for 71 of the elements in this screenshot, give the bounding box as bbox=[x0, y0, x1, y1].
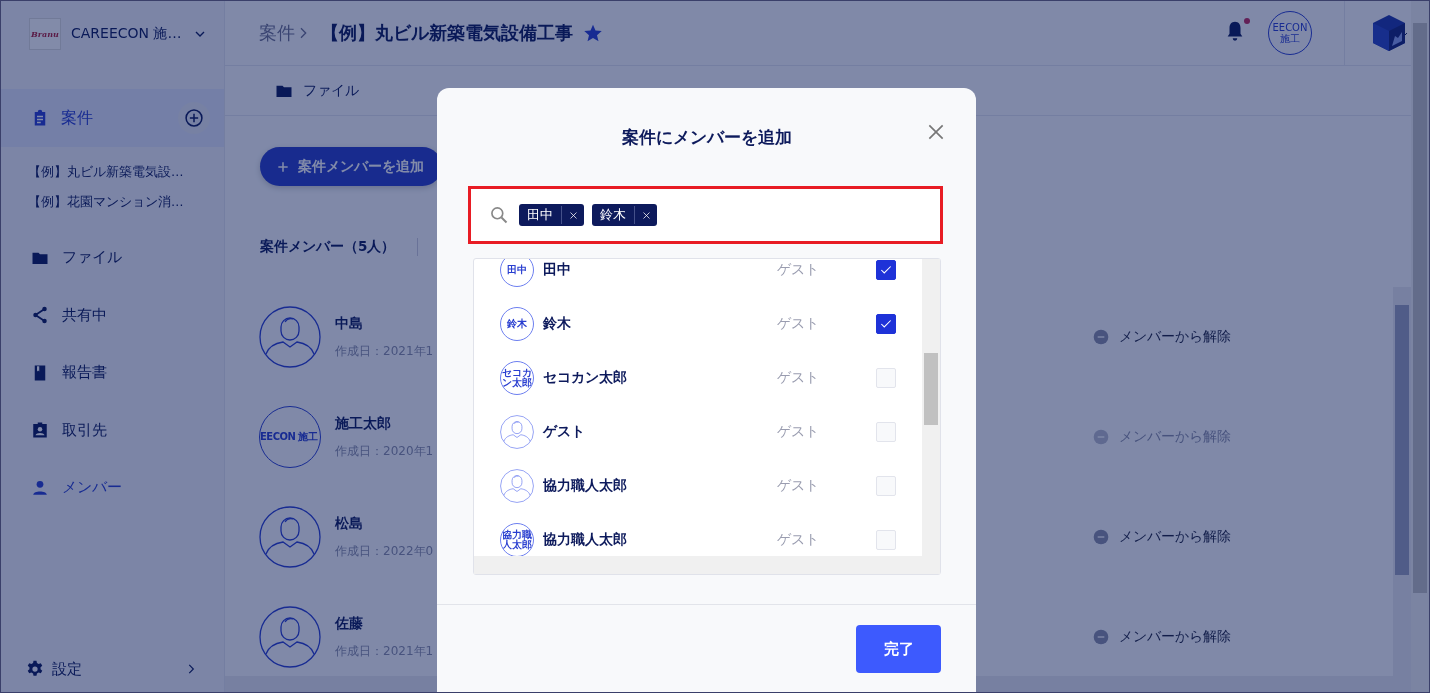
avatar-icon bbox=[259, 506, 321, 568]
add-project-button[interactable] bbox=[178, 102, 210, 134]
minus-circle-icon bbox=[1093, 329, 1109, 345]
sidebar-item[interactable]: 報告書 bbox=[1, 344, 224, 402]
remove-member-button[interactable]: メンバーから解除 bbox=[1087, 527, 1237, 547]
settings-item[interactable]: 設定 bbox=[1, 646, 224, 692]
member-count: 案件メンバー（5人） bbox=[260, 238, 419, 256]
tick-icon bbox=[879, 317, 893, 331]
remove-member-button[interactable]: メンバーから解除 bbox=[1087, 627, 1237, 647]
person-icon bbox=[31, 478, 49, 497]
plus-icon bbox=[276, 159, 290, 174]
settings-icon bbox=[26, 660, 44, 678]
sidebar-item[interactable]: 共有中 bbox=[1, 286, 224, 344]
sidebar-item[interactable]: 取引先 bbox=[1, 401, 224, 459]
member-name: 協力職人太郎 bbox=[543, 477, 628, 495]
tab[interactable]: ファイル bbox=[275, 81, 359, 100]
page-scrollbar[interactable] bbox=[1411, 1, 1429, 692]
selected-member-chip[interactable]: 鈴木 bbox=[592, 204, 657, 226]
badge-icon bbox=[31, 421, 49, 440]
member-name: 中島 bbox=[335, 314, 363, 333]
project-link[interactable]: 【例】花園マンション消… bbox=[1, 187, 224, 217]
member-name: 松島 bbox=[335, 514, 363, 533]
sidebar-item[interactable]: 案件 bbox=[1, 89, 224, 147]
member-name: 田中 bbox=[543, 261, 572, 279]
avatar-icon bbox=[259, 606, 321, 668]
checkbox[interactable] bbox=[876, 314, 896, 334]
sidebar-item[interactable]: ファイル bbox=[1, 229, 224, 287]
dialog-title: 案件にメンバーを追加 bbox=[621, 125, 792, 149]
star-icon[interactable] bbox=[583, 23, 603, 43]
member-name: セコカン太郎 bbox=[543, 369, 628, 387]
remove-member-button[interactable]: メンバーから解除 bbox=[1087, 327, 1237, 347]
vertical-scrollbar[interactable] bbox=[922, 259, 940, 556]
sidebar-item[interactable]: メンバー bbox=[1, 459, 224, 517]
organization-name[interactable]: CAREECON 施… bbox=[71, 24, 182, 43]
avatar-icon bbox=[259, 306, 321, 368]
avatar-icon bbox=[500, 415, 534, 449]
done-button[interactable]: 完了 bbox=[856, 625, 941, 673]
project-title: 【例】丸ビル新築電気設備工事 bbox=[321, 21, 573, 45]
selected-member-chip[interactable]: 田中 bbox=[519, 204, 584, 226]
avatar-icon bbox=[500, 469, 534, 503]
plus-circle-icon bbox=[184, 108, 204, 128]
close-icon bbox=[568, 210, 578, 220]
user-menu-icon[interactable] bbox=[1371, 13, 1407, 53]
close-icon bbox=[641, 210, 651, 220]
checkbox[interactable] bbox=[876, 260, 896, 280]
minus-circle-icon bbox=[1093, 629, 1109, 645]
sidebar-label: 案件 bbox=[61, 107, 93, 129]
minus-circle-icon bbox=[1093, 529, 1109, 545]
search-icon bbox=[489, 205, 509, 225]
close-icon bbox=[926, 122, 946, 142]
search-field[interactable]: 田中 鈴木 bbox=[468, 186, 943, 244]
member-role: ゲスト bbox=[777, 477, 820, 495]
project-link[interactable]: 【例】丸ビル新築電気設… bbox=[1, 157, 224, 187]
member-name: 佐藤 bbox=[335, 614, 363, 633]
member-role: ゲスト bbox=[777, 531, 820, 549]
member-role: ゲスト bbox=[777, 315, 820, 333]
member-role: ゲスト bbox=[777, 369, 820, 387]
member-name: ゲスト bbox=[543, 423, 586, 441]
member-name: 施工太郎 bbox=[335, 414, 391, 433]
member-role: ゲスト bbox=[777, 261, 820, 279]
member-role: ゲスト bbox=[777, 423, 820, 441]
member-name: 鈴木 bbox=[543, 315, 572, 333]
tick-icon bbox=[879, 263, 893, 277]
close-button[interactable] bbox=[926, 122, 946, 142]
vertical-scrollbar[interactable] bbox=[1393, 287, 1411, 692]
minus-circle-icon bbox=[1093, 429, 1109, 445]
member-name: 協力職人太郎 bbox=[543, 531, 628, 549]
company-logo: Branu bbox=[29, 17, 61, 50]
breadcrumb-link[interactable]: 案件 bbox=[259, 21, 295, 45]
horizontal-scrollbar[interactable] bbox=[474, 556, 940, 574]
share-icon bbox=[31, 306, 49, 325]
